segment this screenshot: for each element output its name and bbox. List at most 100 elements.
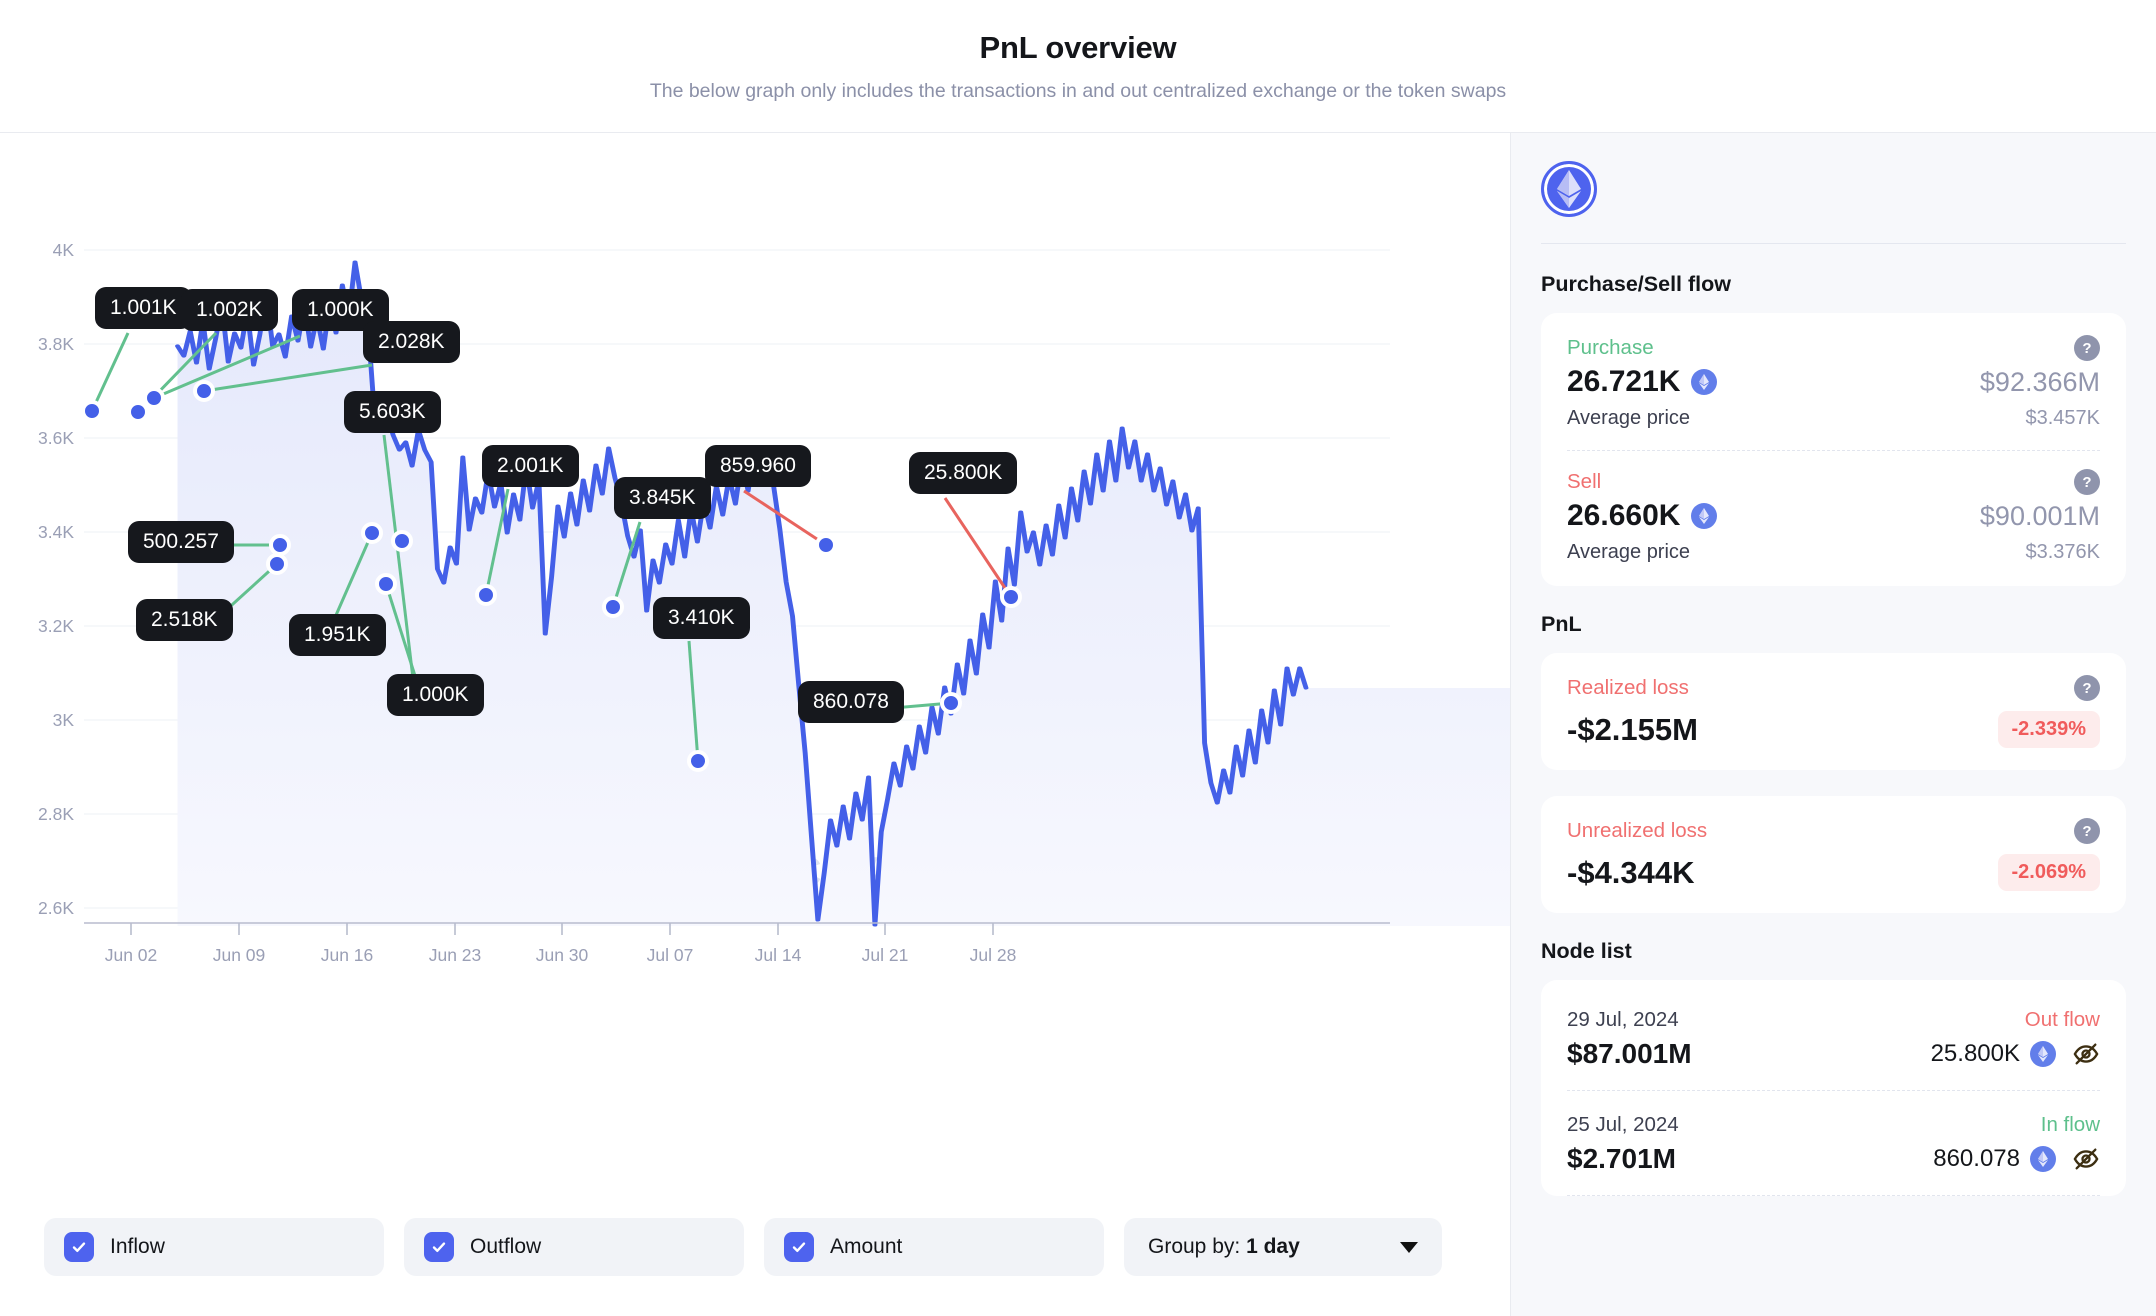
x-axis: Jun 02 Jun 09 Jun 16 Jun 23 Jun 30 Jul 0…: [84, 922, 1390, 965]
annotation-chip[interactable]: 860.078: [798, 681, 904, 724]
toggle-amount[interactable]: Amount: [764, 1218, 1104, 1276]
purchase-header: Purchase ?: [1567, 335, 2100, 361]
page-header: PnL overview The below graph only includ…: [0, 0, 2156, 133]
page-body: SPOTONCHAIN: [0, 133, 2156, 1316]
realized-loss-percent: -2.339%: [1997, 711, 2100, 748]
node-item-amount: 860.078: [1933, 1145, 2020, 1172]
node-item-amount-group: 25.800K: [1931, 1040, 2056, 1068]
annotation-chip[interactable]: 2.028K: [363, 321, 460, 364]
unrealized-loss-main: -$4.344K -2.069%: [1567, 854, 2100, 891]
pnl-overview-page: PnL overview The below graph only includ…: [0, 0, 2156, 1316]
ethereum-icon: [1691, 369, 1718, 395]
svg-text:Jun 02: Jun 02: [105, 945, 158, 965]
purchase-amount: 26.721K: [1567, 365, 1681, 398]
annotation-chip[interactable]: 3.410K: [653, 597, 750, 640]
svg-text:Jul 14: Jul 14: [755, 945, 802, 965]
node-item-right: 25.800K: [1931, 1040, 2100, 1068]
help-icon[interactable]: ?: [2074, 818, 2100, 844]
svg-text:Jul 21: Jul 21: [862, 945, 909, 965]
annotation-chip[interactable]: 3.845K: [614, 477, 711, 520]
chevron-down-icon[interactable]: [1400, 1241, 1418, 1253]
checkbox-checked-icon[interactable]: [784, 1232, 814, 1262]
annotation-chip[interactable]: 1.000K: [387, 674, 484, 717]
annotation-chip[interactable]: 859.960: [705, 445, 811, 488]
ethereum-icon: [2030, 1041, 2056, 1067]
realized-loss-main: -$2.155M -2.339%: [1567, 711, 2100, 748]
sell-label: Sell: [1567, 470, 1602, 493]
eye-slash-icon[interactable]: [2072, 1040, 2100, 1068]
svg-text:3.4K: 3.4K: [38, 522, 74, 542]
node-item-flow-label: In flow: [2040, 1113, 2100, 1136]
page-subtitle: The below graph only includes the transa…: [649, 79, 1507, 102]
sidebar-divider: [1541, 243, 2126, 244]
sell-amount-group: 26.660K: [1567, 499, 1718, 533]
annotation-chip[interactable]: 1.951K: [289, 614, 386, 657]
help-icon[interactable]: ?: [2074, 335, 2100, 361]
purchase-sell-card: Purchase ? 26.721K $92.366M Average pric…: [1541, 313, 2126, 586]
svg-text:Jun 23: Jun 23: [429, 945, 482, 965]
checkbox-checked-icon[interactable]: [64, 1232, 94, 1262]
realized-loss-header: Realized loss ?: [1567, 675, 2100, 701]
svg-text:2.8K: 2.8K: [38, 804, 74, 824]
unrealized-loss-card: Unrealized loss ? -$4.344K -2.069%: [1541, 796, 2126, 913]
sell-header: Sell ?: [1567, 469, 2100, 495]
toggle-amount-label: Amount: [830, 1235, 903, 1258]
page-title: PnL overview: [979, 29, 1177, 65]
annotation-chip[interactable]: 1.002K: [181, 289, 278, 332]
svg-text:Jun 30: Jun 30: [536, 945, 589, 965]
node-item-body: $87.001M 25.800K: [1567, 1038, 2100, 1070]
node-item-usd: $2.701M: [1567, 1143, 1676, 1174]
unrealized-loss-header: Unrealized loss ?: [1567, 818, 2100, 844]
annotation-chip[interactable]: 500.257: [128, 521, 234, 564]
purchase-label: Purchase: [1567, 336, 1654, 359]
group-by-prefix: Group by:: [1148, 1235, 1241, 1258]
chart-pane: SPOTONCHAIN: [0, 133, 1510, 1316]
node-list-item[interactable]: 29 Jul, 2024 Out flow $87.001M 25.800K: [1567, 986, 2100, 1091]
toggle-inflow-label: Inflow: [110, 1235, 165, 1258]
ethereum-icon: [1691, 503, 1718, 529]
svg-text:Jun 16: Jun 16: [321, 945, 374, 965]
svg-text:3.6K: 3.6K: [38, 428, 74, 448]
node-list-item[interactable]: 25 Jul, 2024 In flow $2.701M 860.078: [1567, 1091, 2100, 1196]
checkbox-checked-icon[interactable]: [424, 1232, 454, 1262]
svg-text:3.8K: 3.8K: [38, 334, 74, 354]
node-item-usd: $87.001M: [1567, 1038, 1692, 1069]
node-item-header: 29 Jul, 2024 Out flow: [1567, 1008, 2100, 1032]
purchase-avg-value: $3.457K: [2025, 407, 2100, 429]
details-sidebar: Purchase/Sell flow Purchase ? 26.721K $9…: [1510, 133, 2156, 1316]
help-icon[interactable]: ?: [2074, 469, 2100, 495]
sell-avg-value: $3.376K: [2025, 541, 2100, 563]
purchase-sell-section-title: Purchase/Sell flow: [1541, 272, 1731, 296]
y-axis-labels: 4K 3.8K 3.6K 3.4K 3.2K 3K 2.8K 2.6K: [38, 240, 74, 918]
help-icon[interactable]: ?: [2074, 675, 2100, 701]
node-list-card: 29 Jul, 2024 Out flow $87.001M 25.800K 2…: [1541, 980, 2126, 1196]
annotation-chip[interactable]: 25.800K: [909, 452, 1018, 495]
node-item-header: 25 Jul, 2024 In flow: [1567, 1113, 2100, 1137]
toggle-inflow[interactable]: Inflow: [44, 1218, 384, 1276]
unrealized-loss-label: Unrealized loss: [1567, 819, 1708, 842]
annotation-chip[interactable]: 2.518K: [136, 599, 233, 642]
annotation-chip[interactable]: 2.001K: [482, 445, 579, 488]
node-item-flow-label: Out flow: [2024, 1008, 2100, 1031]
group-by-dropdown[interactable]: Group by: 1 day: [1124, 1218, 1442, 1276]
svg-text:3K: 3K: [53, 710, 75, 730]
chart-controls: Inflow Outflow Amount Group by: 1 day: [44, 1218, 1442, 1276]
eye-slash-icon[interactable]: [2072, 1145, 2100, 1173]
sell-amount: 26.660K: [1567, 499, 1681, 532]
svg-text:Jul 07: Jul 07: [647, 945, 694, 965]
sell-avg-label: Average price: [1567, 541, 1691, 563]
node-list-section-title: Node list: [1541, 939, 1632, 963]
node-item-right: 860.078: [1933, 1145, 2100, 1173]
purchase-usd: $92.366M: [1979, 366, 2100, 397]
toggle-outflow[interactable]: Outflow: [404, 1218, 744, 1276]
node-item-amount: 25.800K: [1930, 1040, 2020, 1067]
sell-usd: $90.001M: [1979, 500, 2100, 531]
sell-avg-row: Average price $3.376K: [1567, 541, 2100, 564]
purchase-main: 26.721K $92.366M: [1567, 365, 2100, 399]
annotation-chip[interactable]: 1.001K: [95, 287, 192, 330]
sell-main: 26.660K $90.001M: [1567, 499, 2100, 533]
purchase-amount-group: 26.721K: [1567, 365, 1718, 399]
ethereum-icon: [2030, 1146, 2056, 1172]
unrealized-loss-value: -$4.344K: [1567, 854, 1695, 890]
annotation-chip[interactable]: 5.603K: [344, 391, 441, 434]
